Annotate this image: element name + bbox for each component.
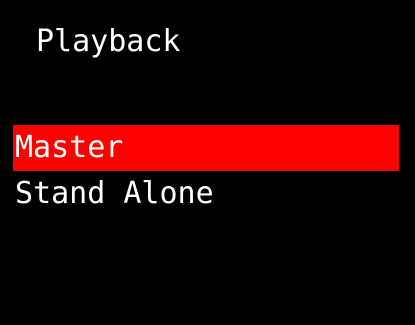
menu-item-master[interactable]: Master [13,125,399,171]
device-screen: Playback Master Stand Alone [0,0,415,325]
playback-menu: Master Stand Alone [13,125,399,217]
menu-item-stand-alone[interactable]: Stand Alone [13,171,399,217]
screen-title: Playback [36,24,181,59]
